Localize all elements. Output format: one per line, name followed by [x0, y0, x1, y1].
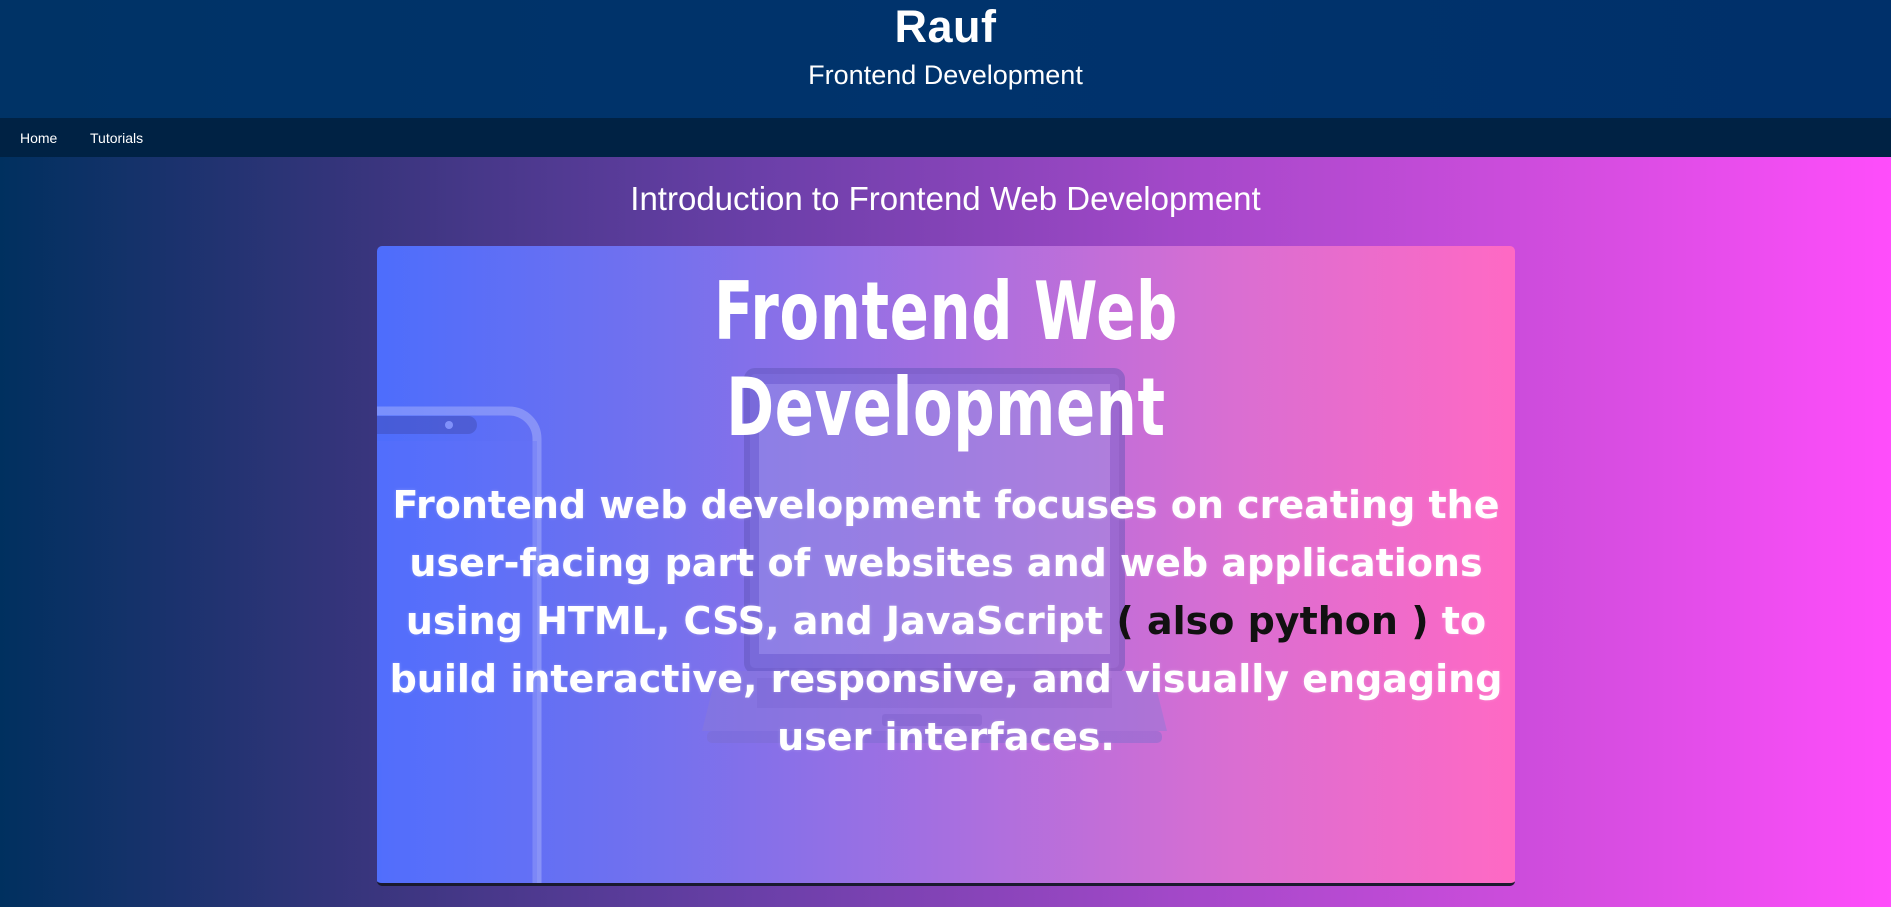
hero-description: Frontend web development focuses on crea…	[383, 476, 1509, 766]
hero-title: Frontend Web Development	[714, 265, 1178, 454]
site-title: Rauf	[894, 1, 997, 52]
navbar: Home Tutorials	[0, 118, 1891, 157]
nav-link-home[interactable]: Home	[20, 130, 57, 146]
nav-link-tutorials[interactable]: Tutorials	[90, 130, 143, 146]
site-subtitle: Frontend Development	[808, 60, 1083, 90]
page-heading: Introduction to Frontend Web Development	[630, 180, 1261, 217]
site-header: Rauf Frontend Development	[0, 0, 1891, 118]
hero-text-highlight: ( also python )	[1116, 599, 1429, 643]
hero-banner-image: Frontend Web Development Frontend web de…	[377, 246, 1515, 886]
